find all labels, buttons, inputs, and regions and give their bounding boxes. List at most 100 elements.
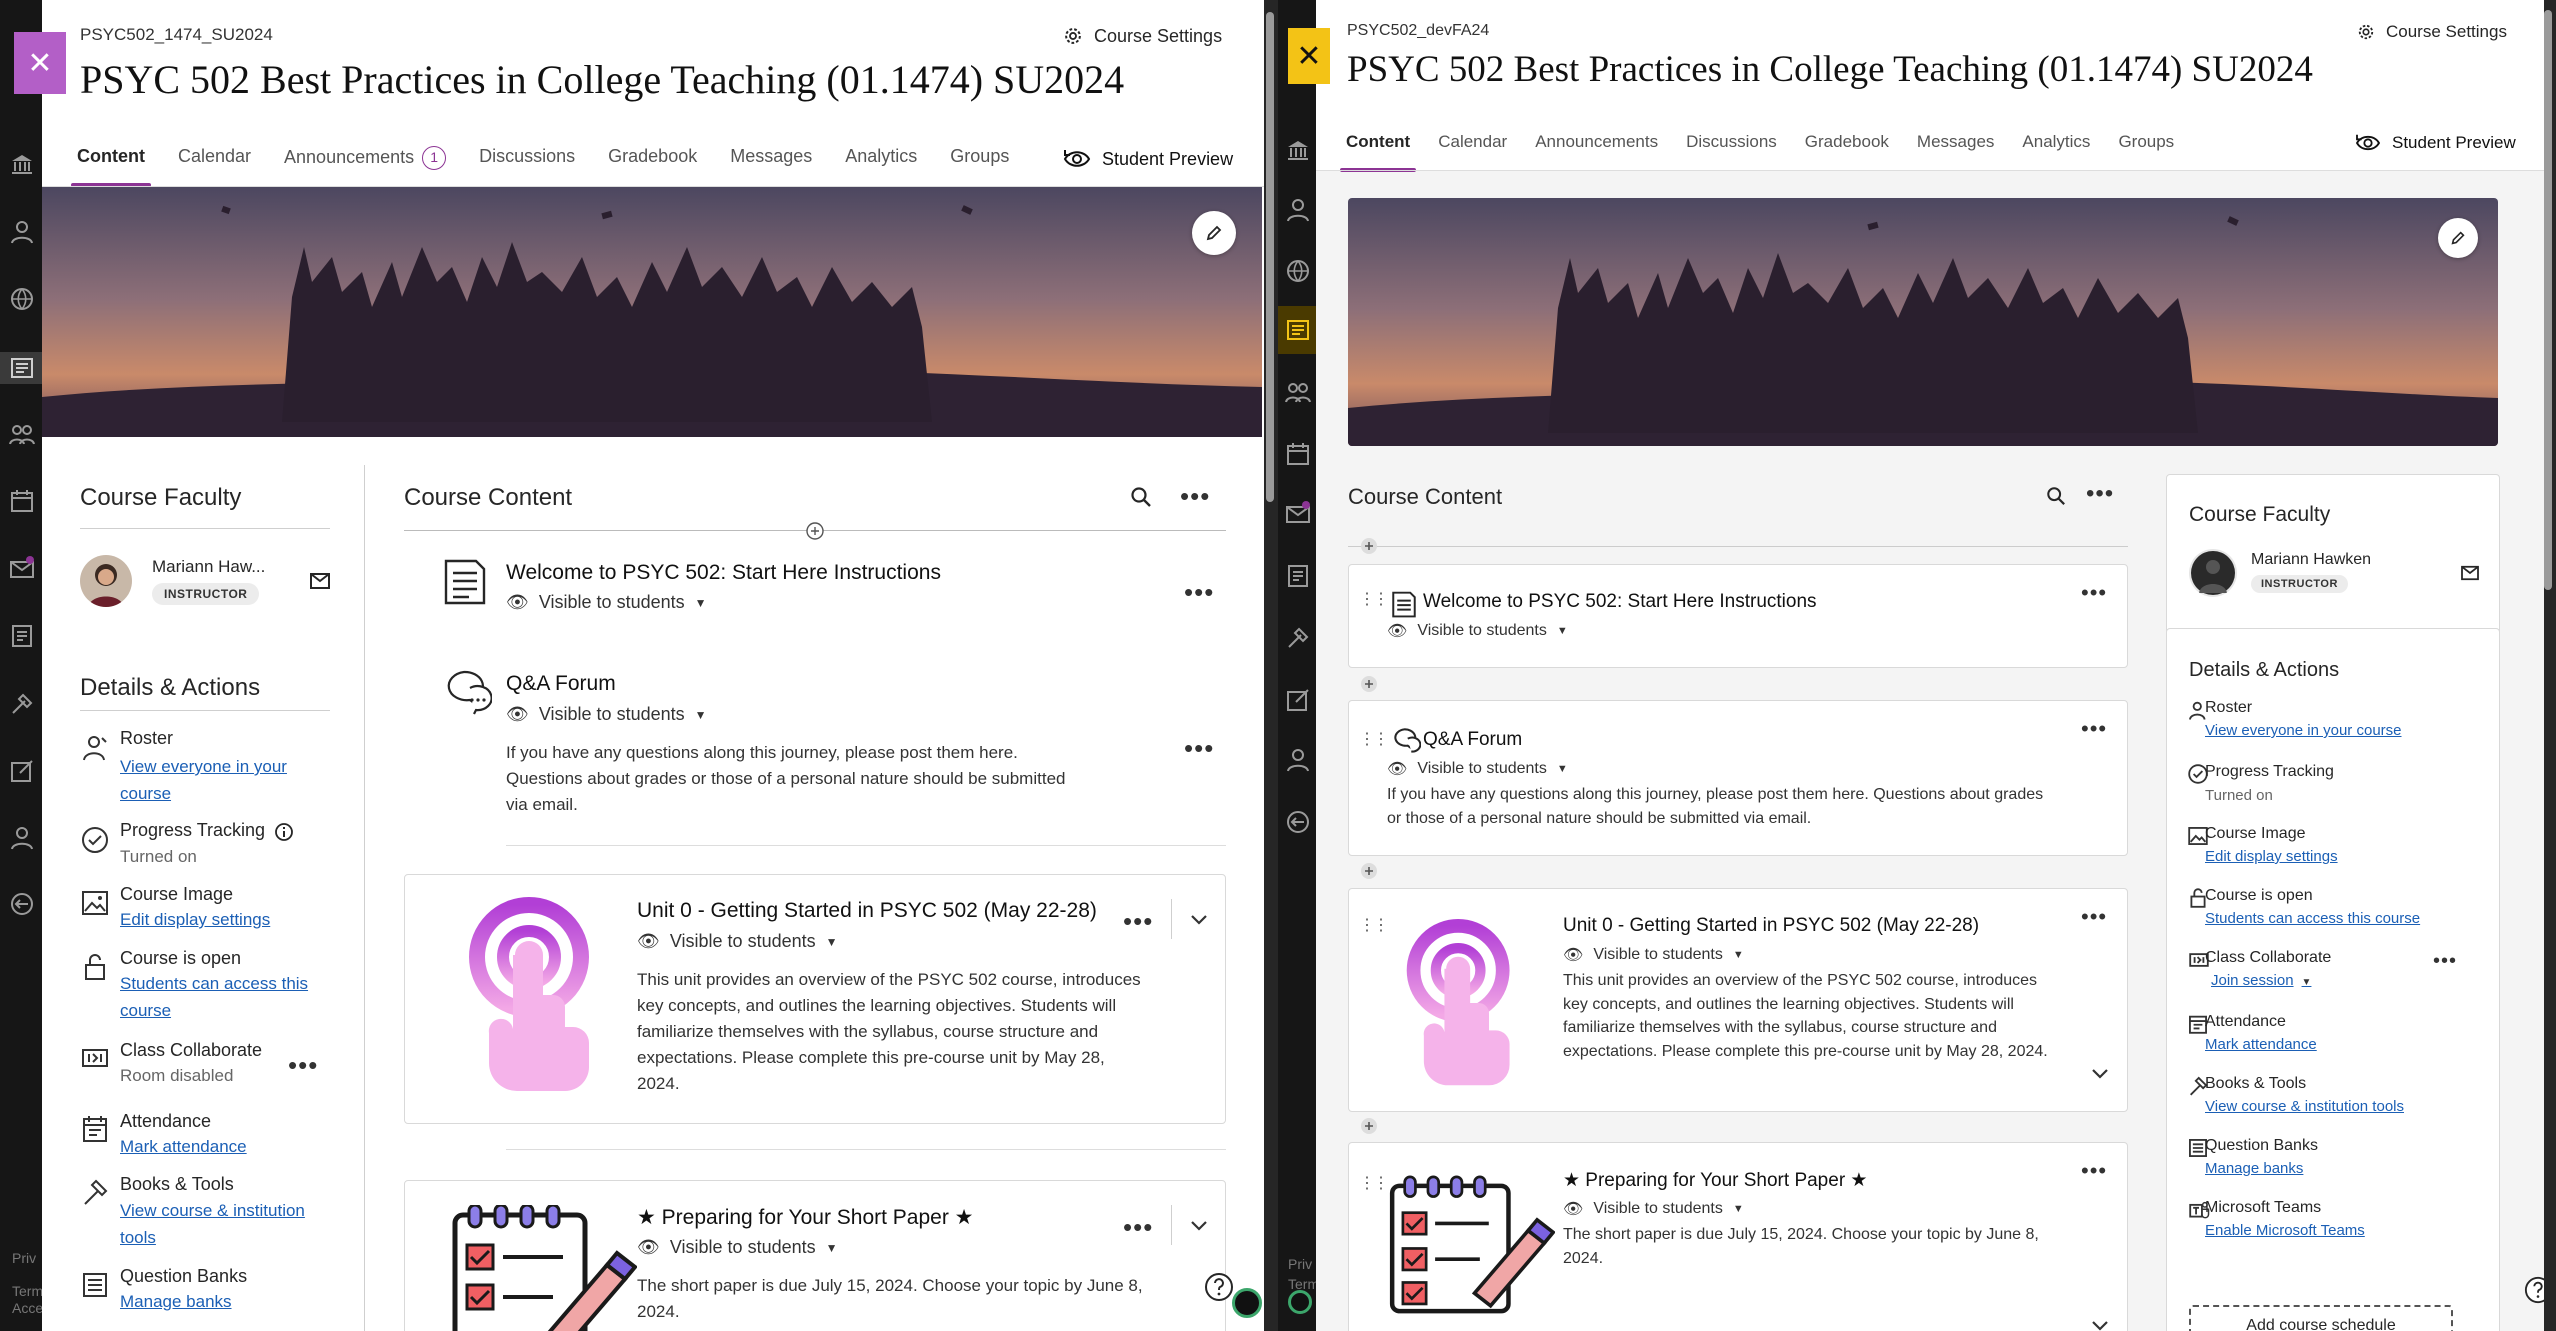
- content-more-button[interactable]: •••: [2086, 482, 2114, 506]
- welcome-card[interactable]: ⋮⋮ Welcome to PSYC 502: Start Here Instr…: [1348, 564, 2128, 668]
- welcome-visibility[interactable]: 👁 Visible to students ▼: [506, 592, 707, 613]
- info-icon[interactable]: [274, 822, 294, 842]
- messages-icon[interactable]: [1284, 500, 1312, 528]
- drag-handle-icon[interactable]: ⋮⋮: [1359, 729, 1389, 749]
- tab-gradebook[interactable]: Gradebook: [1805, 132, 1889, 172]
- short-paper-more-button[interactable]: •••: [1123, 1214, 1153, 1240]
- unit0-more-button[interactable]: •••: [1123, 908, 1153, 934]
- organizations-icon[interactable]: [8, 420, 36, 448]
- search-icon[interactable]: [2046, 486, 2066, 506]
- drag-handle-icon[interactable]: ⋮⋮: [1359, 589, 1389, 609]
- content-more-button[interactable]: •••: [1180, 483, 1210, 509]
- welcome-more-button[interactable]: •••: [2081, 582, 2107, 604]
- tab-calendar[interactable]: Calendar: [1438, 132, 1507, 172]
- tab-announcements[interactable]: Announcements: [1535, 132, 1658, 172]
- tools-icon[interactable]: [8, 690, 36, 718]
- qa-forum-title[interactable]: Q&A Forum: [1423, 729, 1522, 751]
- instructor-name[interactable]: Mariann Haw...: [152, 557, 265, 577]
- footer-accessibility[interactable]: Acce: [12, 1300, 43, 1316]
- email-instructor-icon[interactable]: [2461, 565, 2479, 581]
- tab-groups[interactable]: Groups: [950, 146, 1009, 187]
- manage-banks-link[interactable]: Manage banks: [2205, 1155, 2303, 1182]
- unit0-title[interactable]: Unit 0 - Getting Started in PSYC 502 (Ma…: [637, 899, 1097, 923]
- right-close-button[interactable]: ✕: [1288, 28, 1330, 84]
- unit0-expand-chevron-icon[interactable]: [1186, 907, 1212, 933]
- unit0-expand-chevron-icon[interactable]: [2087, 1061, 2113, 1087]
- welcome-more-button[interactable]: •••: [1184, 579, 1214, 605]
- edit-banner-button[interactable]: [2438, 218, 2478, 258]
- tab-analytics[interactable]: Analytics: [2022, 132, 2090, 172]
- grades-icon[interactable]: [8, 622, 36, 650]
- tab-messages[interactable]: Messages: [1917, 132, 1994, 172]
- institution-icon[interactable]: [1284, 136, 1312, 164]
- short-paper-expand-chevron-icon[interactable]: [2087, 1313, 2113, 1331]
- student-preview-button[interactable]: Student Preview: [2354, 132, 2516, 154]
- globe-icon[interactable]: [1284, 257, 1312, 285]
- unit0-more-button[interactable]: •••: [2081, 906, 2107, 928]
- profile-icon[interactable]: [8, 218, 36, 246]
- tab-gradebook[interactable]: Gradebook: [608, 146, 697, 187]
- left-close-button[interactable]: ✕: [14, 32, 66, 94]
- short-paper-card[interactable]: ⋮⋮ ★ Preparing for Your Short Paper ★ 👁 V…: [1348, 1142, 2128, 1331]
- unit0-card[interactable]: Unit 0 - Getting Started in PSYC 502 (Ma…: [404, 874, 1226, 1124]
- welcome-visibility[interactable]: 👁 Visible to students ▼: [1387, 621, 1568, 641]
- edit-icon[interactable]: [8, 757, 36, 785]
- add-course-schedule-button[interactable]: Add course schedule: [2189, 1305, 2453, 1331]
- course-tools-link[interactable]: View course & institution tools: [2205, 1093, 2404, 1120]
- add-content-plus-icon[interactable]: [1360, 862, 1378, 880]
- course-settings-button[interactable]: Course Settings: [1062, 25, 1222, 47]
- drag-handle-icon[interactable]: ⋮⋮: [1359, 1173, 1389, 1193]
- short-paper-expand-chevron-icon[interactable]: [1186, 1213, 1212, 1239]
- short-paper-card[interactable]: ★ Preparing for Your Short Paper ★ 👁 Visi…: [404, 1180, 1226, 1331]
- unit0-visibility[interactable]: 👁 Visible to students ▼: [1563, 945, 1744, 965]
- qa-forum-card[interactable]: ⋮⋮ Q&A Forum 👁 Visible to students ▼ If yo…: [1348, 700, 2128, 856]
- instructor-avatar[interactable]: [2189, 549, 2237, 597]
- enable-teams-link[interactable]: Enable Microsoft Teams: [2205, 1217, 2365, 1244]
- add-content-plus-icon[interactable]: [806, 522, 824, 540]
- user-icon[interactable]: [8, 824, 36, 852]
- add-content-plus-icon[interactable]: [1360, 1117, 1378, 1135]
- short-paper-visibility[interactable]: 👁 Visible to students ▼: [1563, 1199, 1744, 1219]
- add-content-plus-icon[interactable]: [1360, 537, 1378, 555]
- roster-link[interactable]: View everyone in your course: [120, 753, 287, 807]
- sign-out-icon[interactable]: [1284, 808, 1312, 836]
- tab-groups[interactable]: Groups: [2118, 132, 2174, 172]
- footer-privacy[interactable]: Priv: [1288, 1256, 1312, 1272]
- right-status-button[interactable]: [1288, 1290, 1312, 1314]
- edit-icon[interactable]: [1284, 686, 1312, 714]
- profile-icon[interactable]: [1284, 196, 1312, 224]
- tab-content[interactable]: Content: [71, 146, 151, 187]
- tab-calendar[interactable]: Calendar: [178, 146, 251, 187]
- footer-privacy[interactable]: Priv: [12, 1250, 36, 1266]
- edit-banner-button[interactable]: [1192, 211, 1236, 255]
- students-access-link[interactable]: Students can access this course: [120, 970, 308, 1024]
- mark-attendance-link[interactable]: Mark attendance: [2205, 1031, 2317, 1058]
- short-paper-visibility[interactable]: 👁 Visible to students ▼: [637, 1237, 838, 1258]
- qa-forum-more-button[interactable]: •••: [2081, 718, 2107, 740]
- short-paper-more-button[interactable]: •••: [2081, 1160, 2107, 1182]
- grades-icon[interactable]: [1284, 562, 1312, 590]
- institution-icon[interactable]: [8, 150, 36, 178]
- join-session-link[interactable]: Join session ▼: [2211, 967, 2311, 996]
- search-icon[interactable]: [1130, 486, 1152, 508]
- globe-icon[interactable]: [8, 285, 36, 313]
- collaborate-more-button[interactable]: •••: [2433, 951, 2457, 971]
- help-icon[interactable]: [2524, 1276, 2544, 1304]
- calendar-icon[interactable]: [8, 487, 36, 515]
- drag-handle-icon[interactable]: ⋮⋮: [1359, 915, 1389, 935]
- roster-link[interactable]: View everyone in your course: [2205, 717, 2402, 744]
- student-preview-button[interactable]: Student Preview: [1062, 147, 1233, 171]
- instructor-name[interactable]: Mariann Hawken: [2251, 551, 2371, 569]
- calendar-icon[interactable]: [1284, 440, 1312, 468]
- students-access-link[interactable]: Students can access this course: [2205, 905, 2420, 932]
- tab-content[interactable]: Content: [1339, 132, 1417, 172]
- collaborate-more-button[interactable]: •••: [288, 1052, 318, 1078]
- organizations-icon[interactable]: [1284, 378, 1312, 406]
- tools-icon[interactable]: [1284, 624, 1312, 652]
- user-icon[interactable]: [1284, 746, 1312, 774]
- qa-forum-title[interactable]: Q&A Forum: [506, 672, 616, 696]
- unit0-title[interactable]: Unit 0 - Getting Started in PSYC 502 (Ma…: [1563, 915, 1979, 937]
- course-settings-button[interactable]: Course Settings: [2356, 22, 2507, 42]
- short-paper-title[interactable]: ★ Preparing for Your Short Paper ★: [1563, 1169, 1867, 1192]
- mark-attendance-link[interactable]: Mark attendance: [120, 1133, 247, 1160]
